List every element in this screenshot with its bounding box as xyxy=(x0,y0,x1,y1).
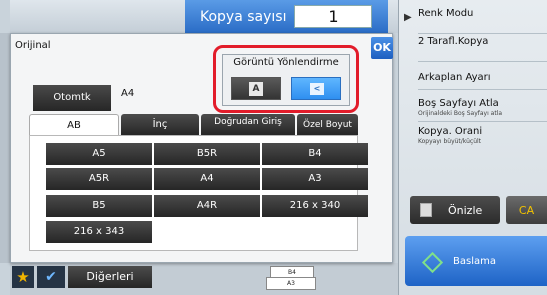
copy-count-label: Kopya sayısı xyxy=(200,8,287,25)
preview-button[interactable]: Önizle xyxy=(410,196,500,224)
menu-item-skip-blank[interactable]: Boş Sayfayı Atla Orijinaldeki Boş Sayfay… xyxy=(418,94,547,122)
auto-button[interactable]: Otomtk xyxy=(33,85,111,111)
menu-item-background-adjust[interactable]: Arkaplan Ayarı xyxy=(418,66,547,90)
landscape-icon: < xyxy=(310,83,324,95)
menu-item-label: 2 Tarafl.Kopya xyxy=(418,36,489,47)
orientation-landscape-button[interactable]: < xyxy=(291,77,341,100)
menu-item-label: Renk Modu xyxy=(418,8,474,19)
start-icon xyxy=(423,253,439,269)
mini-page-bottom: A3 xyxy=(266,277,316,290)
orientation-portrait-button[interactable]: A xyxy=(231,77,281,100)
menu-item-color-mode[interactable]: Renk Modu xyxy=(418,8,547,34)
menu-item-label: Kopya. Orani xyxy=(418,126,483,137)
size-button-a3[interactable]: A3 xyxy=(262,168,368,190)
detected-size-value: A4 xyxy=(121,88,135,99)
copy-count-input[interactable]: 1 xyxy=(294,5,373,28)
size-button-a5r[interactable]: A5R xyxy=(46,168,152,190)
size-button-b5r[interactable]: B5R xyxy=(154,143,260,165)
copy-screen: Kopya sayısı 1 ▶ Renk Modu 2 Tarafl.Kopy… xyxy=(0,0,547,295)
orientation-title: Görüntü Yönlendirme xyxy=(233,57,339,68)
menu-item-copy-ratio[interactable]: Kopya. Orani Kopyayı büyüt/küçült xyxy=(418,124,547,156)
menu-item-label: Arkaplan Ayarı xyxy=(418,72,491,83)
preview-label: Önizle xyxy=(448,203,483,217)
size-button-b4[interactable]: B4 xyxy=(262,143,368,165)
size-button-b5[interactable]: B5 xyxy=(46,195,152,217)
portrait-icon: A xyxy=(249,82,263,96)
start-label: Baslama xyxy=(453,255,496,267)
menu-item-sub-label: Orijinaldeki Boş Sayfayı atla xyxy=(418,110,503,117)
checkmark-icon[interactable]: ✔ xyxy=(37,266,65,288)
clear-all-button[interactable]: CA xyxy=(506,196,547,224)
tab-direct-entry[interactable]: Doğrudan Giriş xyxy=(201,114,295,136)
image-orientation-group: Görüntü Yönlendirme A < xyxy=(222,54,350,106)
favorites-star-icon[interactable]: ★ xyxy=(12,266,34,288)
menu-item-duplex-copy[interactable]: 2 Tarafl.Kopya xyxy=(418,36,547,62)
tab-inch[interactable]: İnç xyxy=(121,114,199,136)
others-button[interactable]: Diğerleri xyxy=(68,266,152,288)
left-edge-strip xyxy=(0,33,10,263)
size-button-a4r[interactable]: A4R xyxy=(154,195,260,217)
copy-count-panel: Kopya sayısı 1 xyxy=(185,0,388,33)
start-button[interactable]: Baslama xyxy=(405,236,547,286)
tab-custom-size[interactable]: Özel Boyut xyxy=(297,114,358,136)
size-button-216x340[interactable]: 216 x 340 xyxy=(262,195,368,217)
preview-icon xyxy=(420,203,432,217)
page-preview-thumbnail: B4 A3 xyxy=(262,266,320,291)
dialog-title: Orijinal xyxy=(15,40,51,51)
menu-item-label: Boş Sayfayı Atla xyxy=(418,98,499,109)
menu-item-sub-label: Kopyayı büyüt/küçült xyxy=(418,138,482,145)
tab-ab[interactable]: AB xyxy=(29,114,119,136)
ok-button[interactable]: OK xyxy=(371,37,393,59)
right-panel-divider xyxy=(398,0,399,295)
size-button-a4[interactable]: A4 xyxy=(154,168,260,190)
size-button-a5[interactable]: A5 xyxy=(46,143,152,165)
size-button-216x343[interactable]: 216 x 343 xyxy=(46,221,152,243)
expand-arrow-icon[interactable]: ▶ xyxy=(404,12,412,23)
